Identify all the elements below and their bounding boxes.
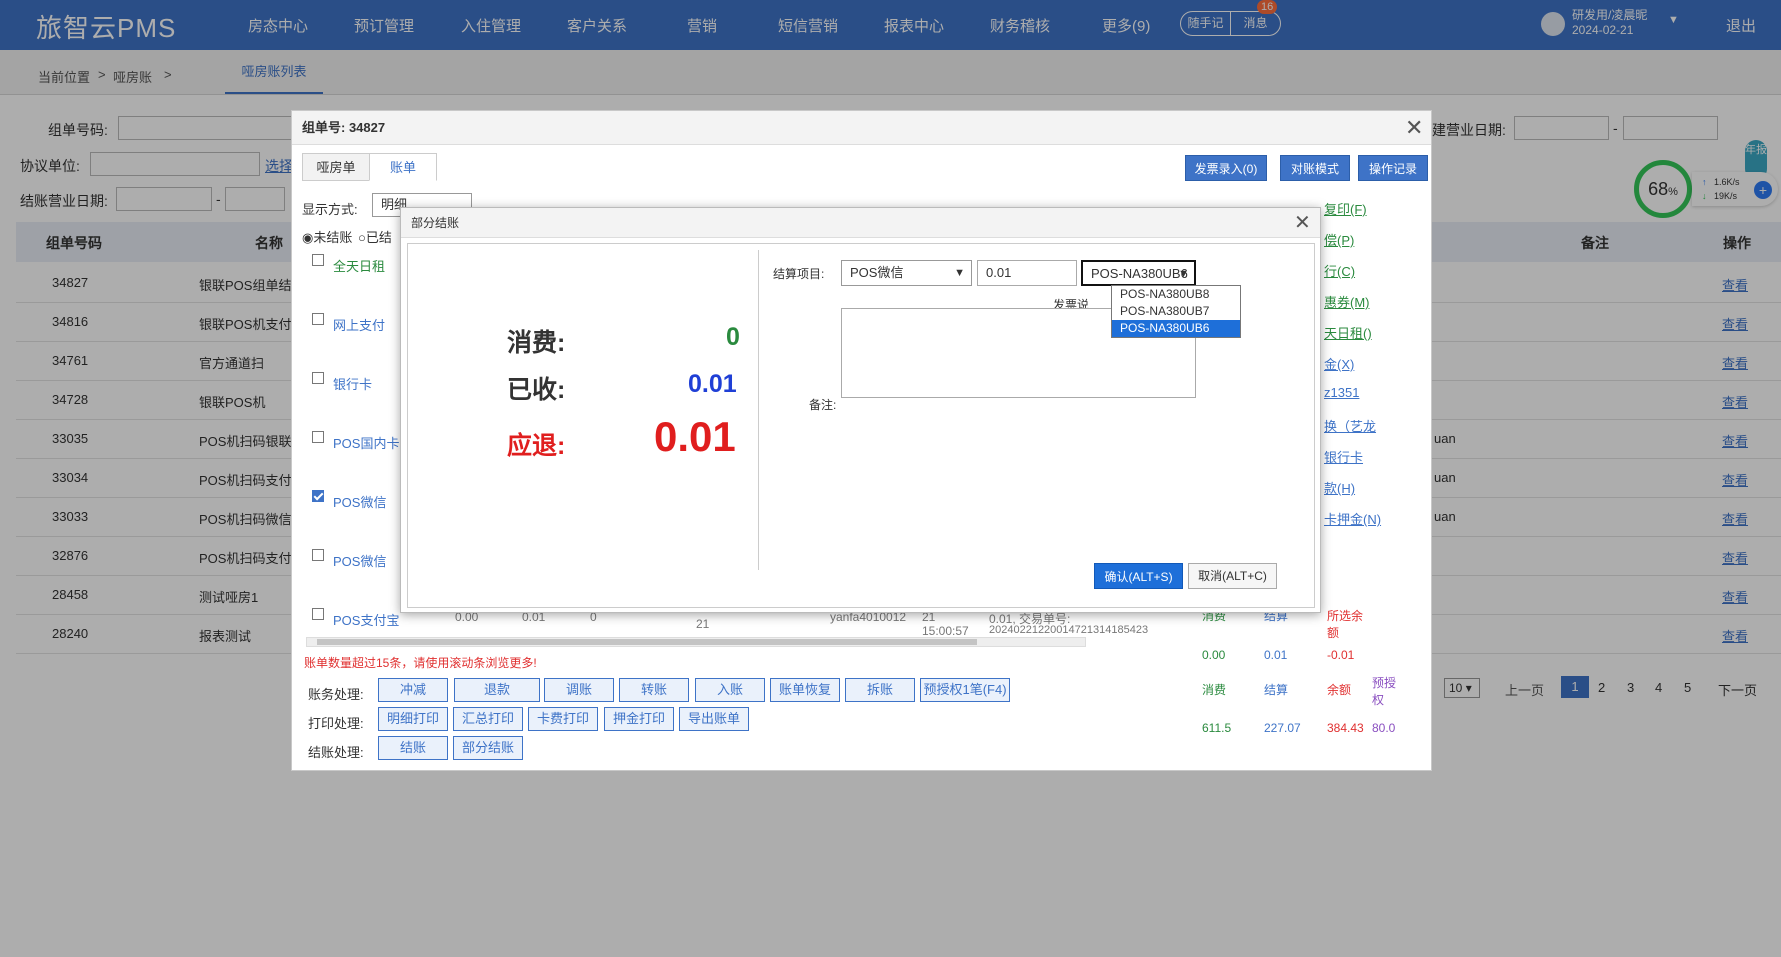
horizontal-scrollbar[interactable] [306,637,1086,647]
account-item-link[interactable]: 行(C) [1324,261,1355,280]
remark-label: 备注: [809,398,837,412]
pos-device-option[interactable]: POS-NA380UB7 [1112,303,1240,320]
close-icon[interactable]: ✕ [1405,117,1423,139]
close-icon[interactable]: ✕ [1294,212,1311,234]
card-fee-print-button[interactable]: 卡费打印 [528,707,598,731]
summary-settle: 0.01 [1264,648,1288,662]
account-item-link[interactable]: 银行卡 [1324,447,1363,466]
item-checkbox[interactable] [312,608,324,620]
warning-text: 账单数量超过15条，请使用滚动条浏览更多! [304,656,537,670]
consume-value: 0 [726,323,740,351]
deposit-print-button[interactable]: 押金打印 [604,707,674,731]
tab-bill[interactable]: 账单 [369,153,437,181]
account-item-link[interactable]: 天日租() [1324,323,1372,342]
consume-label: 消费: [507,329,566,357]
refund-button[interactable]: 退款 [454,678,540,702]
window-title: 组单号: 34827 [292,111,1431,145]
post-button[interactable]: 入账 [695,678,765,702]
item-checkbox[interactable] [312,490,324,502]
partial-settle-button[interactable]: 部分结账 [453,736,523,760]
account-item-link[interactable]: 款(H) [1324,478,1355,497]
item-checkbox[interactable] [312,313,324,325]
cancel-button[interactable]: 取消(ALT+C) [1188,563,1277,589]
reverse-button[interactable]: 冲减 [378,678,448,702]
account-item-link[interactable]: 偿(P) [1324,230,1354,249]
confirm-button[interactable]: 确认(ALT+S) [1094,563,1183,589]
account-item-link[interactable]: 金(X) [1324,354,1354,373]
refund-value: 0.01 [654,413,736,460]
amount-input[interactable]: 0.01 [977,260,1077,286]
bill-item[interactable]: 全天日租 [333,256,385,275]
pos-device-dropdown[interactable]: POS-NA380UB8 POS-NA380UB7 POS-NA380UB6 [1111,285,1241,338]
refund-label: 应退: [507,432,566,460]
partial-settle-dialog: 部分结账 ✕ 消费: 0 已收: 0.01 应退: 0.01 结算项目: POS… [400,207,1321,613]
account-item-link[interactable]: 惠券(M) [1324,292,1370,311]
received-value: 0.01 [688,370,737,398]
invoice-entry-button[interactable]: 发票录入(0) [1185,155,1267,181]
item-checkbox[interactable] [312,372,324,384]
chevron-down-icon: ▼ [954,267,965,279]
radio-unsettled[interactable]: ◉未结账 [302,227,352,246]
pos-device-option-selected[interactable]: POS-NA380UB6 [1112,320,1240,337]
pos-device-option[interactable]: POS-NA380UB8 [1112,286,1240,303]
summary-balance: -0.01 [1327,648,1355,662]
restore-bill-button[interactable]: 账单恢复 [770,678,840,702]
chevron-down-icon: ▼ [1178,268,1189,280]
item-checkbox[interactable] [312,431,324,443]
bill-item[interactable]: 银行卡 [333,374,372,393]
bill-item[interactable]: POS微信 [333,492,386,511]
summary-consume: 0.00 [1202,648,1226,662]
item-checkbox[interactable] [312,549,324,561]
tab-dummy-room[interactable]: 哑房单 [302,153,370,181]
preauth-button[interactable]: 预授权1笔(F4) [920,678,1010,702]
item-checkbox[interactable] [312,254,324,266]
reconcile-mode-button[interactable]: 对账模式 [1280,155,1350,181]
account-item-link[interactable]: z1351 [1324,385,1359,400]
bill-item[interactable]: POS微信 [333,551,386,570]
print-label: 打印处理: [308,716,364,731]
bill-item[interactable]: 网上支付 [333,315,385,334]
account-item-link[interactable]: 复印(F) [1324,199,1367,218]
settle-item-select[interactable]: POS微信 ▼ [841,260,972,286]
export-bill-button[interactable]: 导出账单 [679,707,749,731]
display-mode-label: 显示方式: [302,202,358,217]
detail-print-button[interactable]: 明细打印 [378,707,448,731]
settle-item-label: 结算项目: [773,267,825,281]
divider [758,250,759,570]
settle-button[interactable]: 结账 [378,736,448,760]
adjust-button[interactable]: 调账 [544,678,614,702]
transfer-button[interactable]: 转账 [619,678,689,702]
bill-item[interactable]: POS支付宝 [333,610,399,629]
account-item-link[interactable]: 卡押金(N) [1324,509,1381,528]
dialog-title: 部分结账 [401,208,1320,238]
received-label: 已收: [507,376,566,404]
operation-log-button[interactable]: 操作记录 [1358,155,1428,181]
actions-label: 账务处理: [308,687,364,702]
radio-settled[interactable]: ○已结 [358,227,392,246]
pos-device-select[interactable]: POS-NA380UB6 ▼ [1081,260,1196,286]
settle-label: 结账处理: [308,745,364,760]
split-bill-button[interactable]: 拆账 [845,678,915,702]
summary-print-button[interactable]: 汇总打印 [453,707,523,731]
account-item-link[interactable]: 换（艺龙 [1324,416,1376,435]
